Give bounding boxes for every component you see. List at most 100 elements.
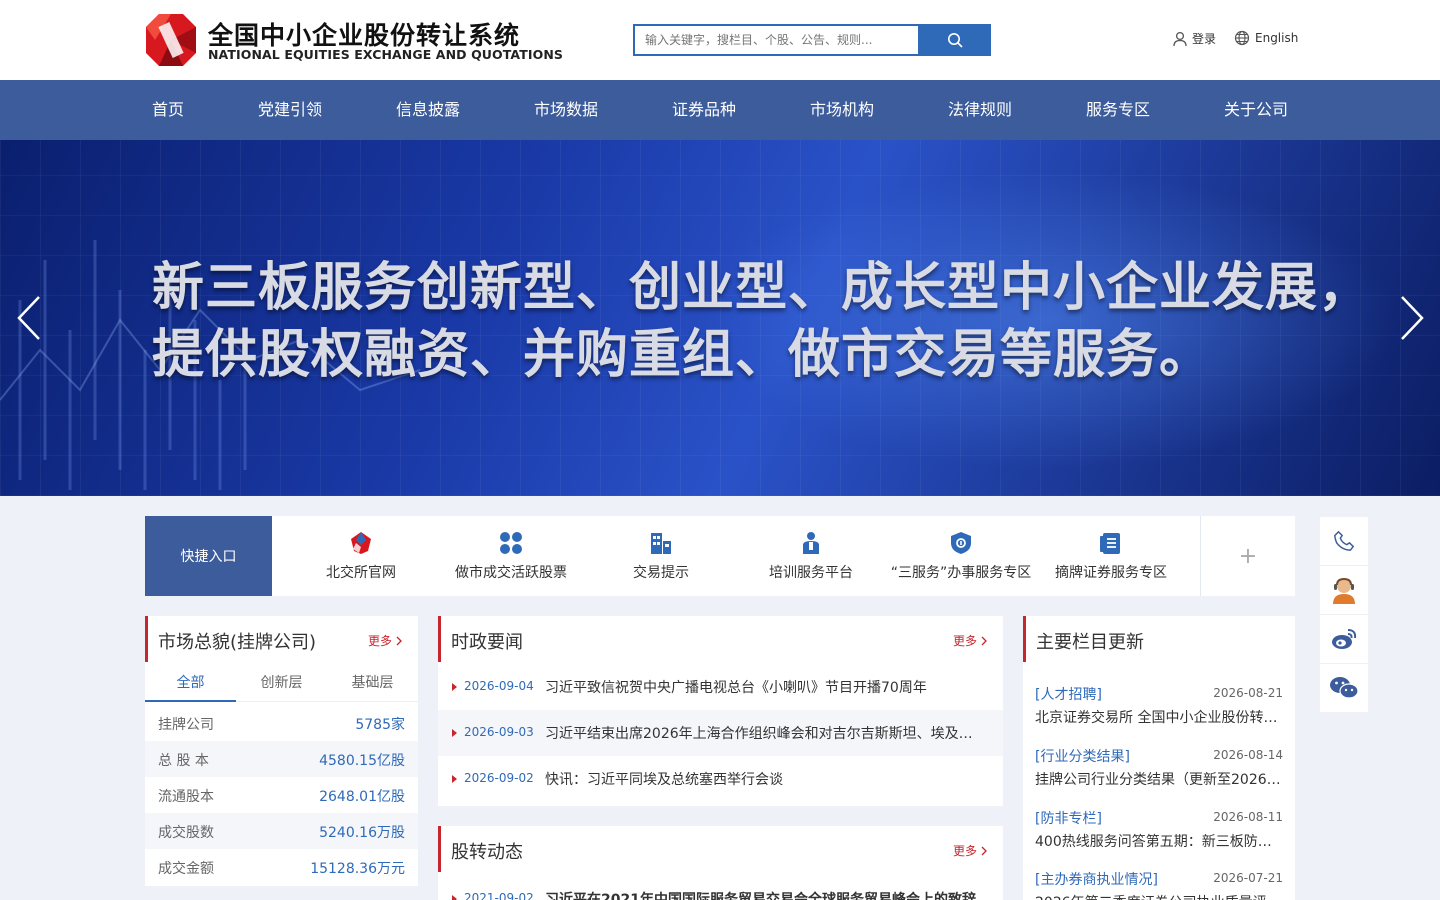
- user-icon: [1173, 31, 1187, 46]
- float-wechat-button[interactable]: [1320, 664, 1368, 713]
- neeq-dynamics-header: 股转动态: [438, 826, 1003, 872]
- nav-item-rules[interactable]: 法律规则: [948, 80, 1012, 140]
- market-row: 成交金额 15128.36万元: [145, 849, 418, 885]
- nav-item-home[interactable]: 首页: [152, 80, 184, 140]
- language-switch[interactable]: English: [1234, 30, 1298, 46]
- update-title-link[interactable]: 北京证券交易所 全国中小企业股份转让系统有限责任公司招聘公告: [1035, 707, 1283, 727]
- nav-item-securities[interactable]: 证券品种: [672, 80, 736, 140]
- chevron-right-icon: [981, 636, 987, 645]
- globe-icon: [1234, 30, 1250, 46]
- quick-item-label: 培训服务平台: [769, 565, 853, 581]
- nav-item-disclosure[interactable]: 信息披露: [396, 80, 460, 140]
- quick-item-three-services[interactable]: “三服务”办事服务专区: [886, 516, 1036, 596]
- update-category-link[interactable]: [主办券商执业情况]: [1035, 869, 1158, 889]
- market-more-link[interactable]: 更多: [368, 632, 403, 649]
- nav-item-party[interactable]: 党建引领: [258, 80, 322, 140]
- nav-item-market-data[interactable]: 市场数据: [534, 80, 598, 140]
- market-overview-title: 市场总貌(挂牌公司): [158, 632, 317, 653]
- quick-item-trading-tips[interactable]: 交易提示: [586, 516, 736, 596]
- more-label: 更多: [368, 634, 393, 648]
- market-row-value: 15128.36万元: [310, 861, 405, 877]
- dynamics-more-link[interactable]: 更多: [953, 842, 988, 859]
- more-label: 更多: [953, 844, 978, 858]
- news-title: 习近平致信祝贺中央广播电视总台《小喇叭》节目开播70周年: [545, 680, 927, 696]
- news-item[interactable]: 2026-09-03 习近平结束出席2026年上海合作组织峰会和对吉尔吉斯斯坦、…: [438, 710, 1003, 756]
- language-label: English: [1255, 31, 1299, 45]
- news-date: 2026-09-04: [464, 679, 534, 693]
- quick-item-label: 北交所官网: [326, 565, 396, 581]
- float-service-button[interactable]: [1320, 566, 1368, 615]
- news-date: 2026-09-03: [464, 725, 534, 739]
- quick-item-bse[interactable]: 北交所官网: [286, 516, 436, 596]
- bullet-triangle-icon: [452, 775, 457, 783]
- quick-item-label: “三服务”办事服务专区: [890, 565, 1032, 581]
- politics-more-link[interactable]: 更多: [953, 632, 988, 649]
- news-title: 习近平结束出席2026年上海合作组织峰会和对吉尔吉斯斯坦、埃及的国事访问: [545, 726, 985, 742]
- news-title: 快讯：习近平同埃及总统塞西举行会谈: [545, 772, 783, 788]
- nav-item-about[interactable]: 关于公司: [1224, 80, 1288, 140]
- bullet-triangle-icon: [452, 683, 457, 691]
- update-title-link[interactable]: 400热线服务问答第五期：新三板防范非法证券活动: [1035, 831, 1283, 851]
- quick-item-training[interactable]: 培训服务平台: [736, 516, 886, 596]
- hero-banner[interactable]: 新三板服务创新型、创业型、成长型中小企业发展， 提供股权融资、并购重组、做市交易…: [0, 140, 1440, 496]
- column-updates-panel: 主要栏目更新 [人才招聘] 2026-08-21 北京证券交易所 全国中小企业股…: [1023, 616, 1295, 900]
- search-button[interactable]: [918, 24, 991, 56]
- tab-all[interactable]: 全部: [145, 664, 236, 702]
- update-category-link[interactable]: [防非专栏]: [1035, 808, 1102, 828]
- login-link[interactable]: 登录: [1172, 30, 1216, 47]
- politics-news-panel: 时政要闻 更多 2026-09-04 习近平致信祝贺中央广播电视总台《小喇叭》节…: [438, 616, 1003, 806]
- float-weibo-button[interactable]: [1320, 615, 1368, 664]
- market-row: 成交股数 5240.16万股: [145, 813, 418, 849]
- phone-icon: [1334, 530, 1355, 551]
- update-date: 2026-07-21: [1213, 871, 1283, 885]
- chevron-right-icon: [981, 846, 987, 855]
- nav-item-institutions[interactable]: 市场机构: [810, 80, 874, 140]
- market-row-label: 总 股 本: [158, 753, 209, 769]
- document-icon: [1100, 533, 1120, 554]
- news-item[interactable]: 2026-09-04 习近平致信祝贺中央广播电视总台《小喇叭》节目开播70周年: [438, 664, 1003, 710]
- nav-item-services[interactable]: 服务专区: [1086, 80, 1150, 140]
- banner-next-arrow-icon[interactable]: [1396, 295, 1426, 341]
- chevron-right-icon: [396, 636, 402, 645]
- update-category-link[interactable]: [人才招聘]: [1035, 684, 1102, 704]
- float-phone-button[interactable]: [1320, 517, 1368, 566]
- news-title: 习近平在2021年中国国际服务贸易交易会全球服务贸易峰会上的致辞: [545, 892, 976, 900]
- tab-innovation[interactable]: 创新层: [236, 664, 327, 702]
- update-item: [行业分类结果] 2026-08-14 挂牌公司行业分类结果（更新至2026年8…: [1035, 746, 1283, 806]
- update-title-link[interactable]: 挂牌公司行业分类结果（更新至2026年8月）: [1035, 769, 1283, 789]
- news-item[interactable]: 2021-09-02 习近平在2021年中国国际服务贸易交易会全球服务贸易峰会上…: [438, 876, 1003, 900]
- market-row: 总 股 本 4580.15亿股: [145, 741, 418, 777]
- news-date: 2021-09-02: [464, 891, 534, 900]
- news-item[interactable]: 2026-09-02 快讯：习近平同埃及总统塞西举行会谈: [438, 756, 1003, 802]
- quick-entry-label: 快捷入口: [145, 516, 272, 596]
- bse-logo-icon: [351, 532, 371, 554]
- banner-prev-arrow-icon[interactable]: [15, 295, 45, 341]
- politics-news-title: 时政要闻: [451, 632, 523, 653]
- update-date: 2026-08-14: [1213, 748, 1283, 762]
- building-icon: [651, 533, 671, 554]
- main-nav: 首页 党建引领 信息披露 市场数据 证券品种 市场机构 法律规则 服务专区 关于…: [0, 80, 1440, 140]
- update-title-link[interactable]: 2026年第二季度证券公司执业质量评价结果: [1035, 892, 1283, 900]
- search-input[interactable]: [633, 24, 919, 56]
- search-icon: [947, 33, 963, 48]
- neeq-logo-icon[interactable]: [145, 13, 197, 67]
- update-date: 2026-08-11: [1213, 810, 1283, 824]
- site-header: 全国中小企业股份转让系统 NATIONAL EQUITIES EXCHANGE …: [0, 0, 1440, 80]
- market-overview-panel: 市场总貌(挂牌公司) 更多 全部 创新层 基础层 挂牌公司 5785家 总 股 …: [145, 616, 418, 886]
- more-label: 更多: [953, 634, 978, 648]
- tab-basic[interactable]: 基础层: [327, 664, 418, 702]
- quick-item-label: 交易提示: [633, 565, 689, 581]
- neeq-dynamics-title: 股转动态: [451, 842, 523, 863]
- quick-item-active-stocks[interactable]: 做市成交活跃股票: [436, 516, 586, 596]
- column-updates-header: 主要栏目更新: [1023, 616, 1295, 662]
- quick-item-delisted[interactable]: 摘牌证券服务专区: [1036, 516, 1186, 596]
- update-category-link[interactable]: [行业分类结果]: [1035, 746, 1130, 766]
- banner-headline-line1: 新三板服务创新型、创业型、成长型中小企业发展，: [152, 258, 1372, 318]
- service-agent-icon: [1333, 578, 1355, 604]
- market-row-label: 成交金额: [158, 861, 214, 877]
- market-row-value: 5240.16万股: [319, 825, 405, 841]
- market-row-label: 成交股数: [158, 825, 214, 841]
- quick-entry-add-button[interactable]: +: [1200, 516, 1295, 596]
- wechat-icon: [1330, 677, 1359, 699]
- market-row: 流通股本 2648.01亿股: [145, 777, 418, 813]
